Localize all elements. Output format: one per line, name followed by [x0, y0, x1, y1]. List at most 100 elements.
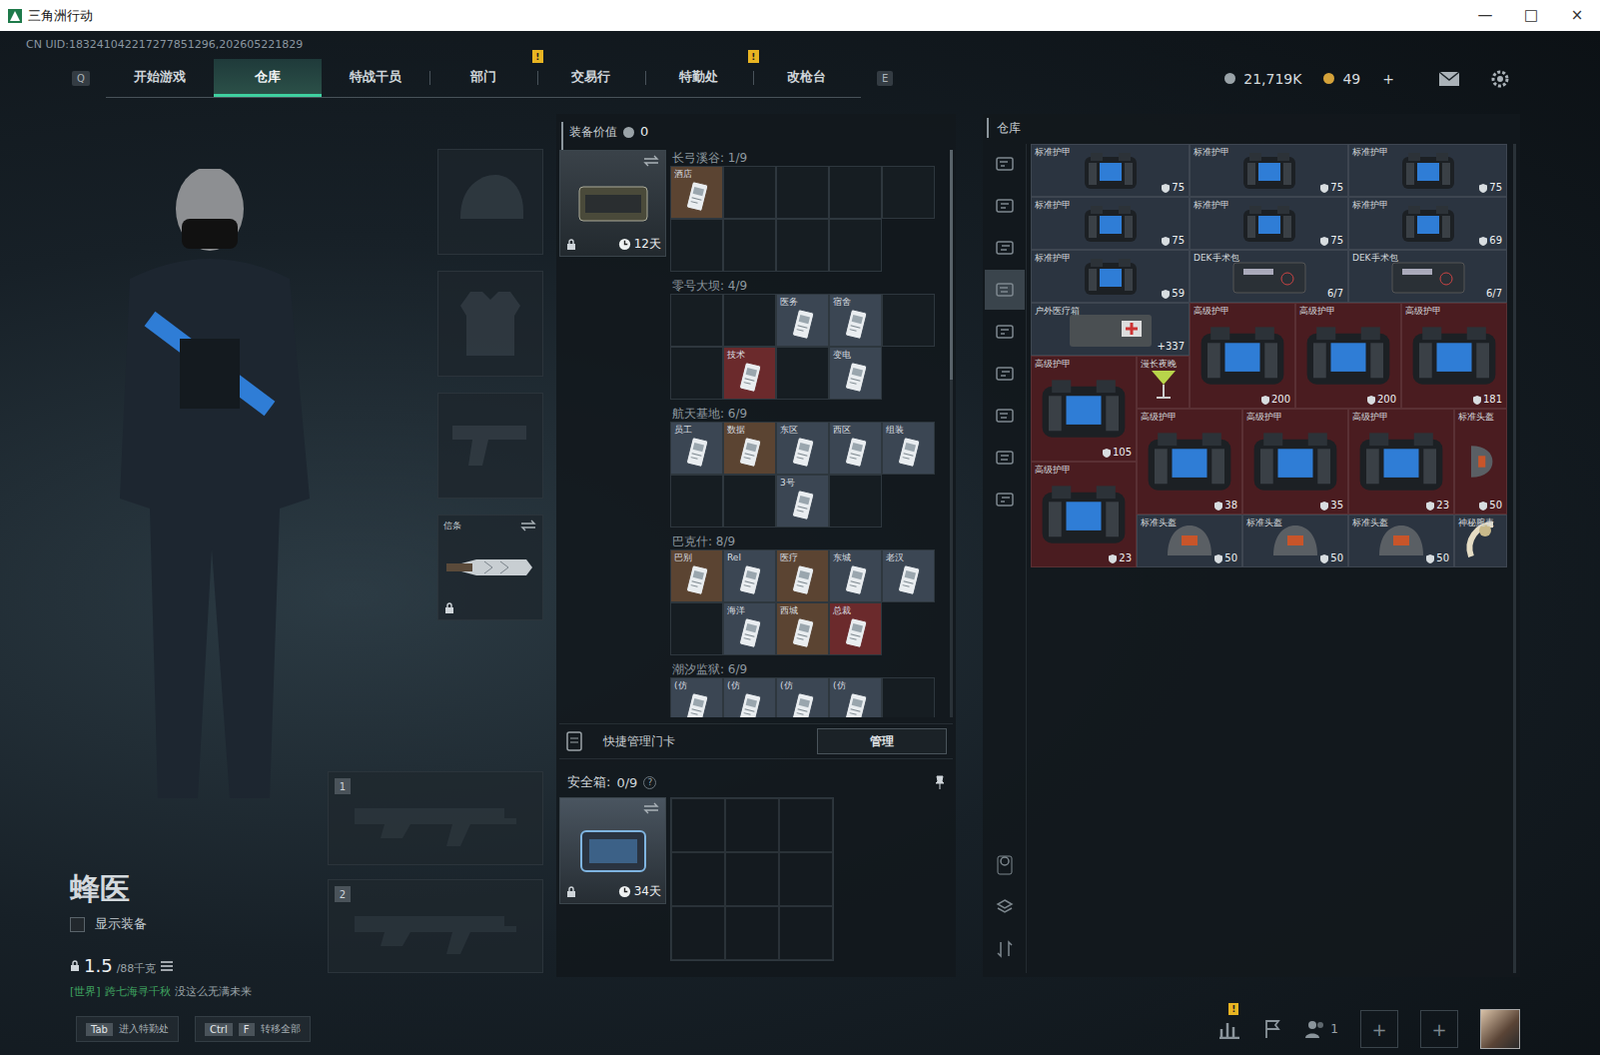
- invite-slot[interactable]: +: [1420, 1009, 1459, 1048]
- safe-box-slot[interactable]: [671, 851, 726, 906]
- safe-box-slot[interactable]: [671, 798, 726, 852]
- show-gear-toggle[interactable]: 显示装备: [69, 914, 340, 933]
- invite-slot[interactable]: +: [1360, 1009, 1399, 1048]
- key-hint[interactable]: CtrlF转移全部: [194, 1015, 311, 1042]
- warehouse-item[interactable]: 标准护甲59: [1030, 249, 1190, 303]
- keycard-slot[interactable]: (仿: [723, 677, 777, 718]
- warehouse-item[interactable]: 高级护甲23: [1348, 408, 1455, 515]
- friends-button[interactable]: 1: [1304, 1018, 1339, 1039]
- nav-tab[interactable]: 交易行: [537, 58, 646, 97]
- keycard-slot[interactable]: 组装: [881, 421, 935, 475]
- keycard-slot[interactable]: 宿舍: [828, 293, 882, 347]
- flag-button[interactable]: [1262, 1018, 1283, 1039]
- warehouse-tab[interactable]: [984, 185, 1025, 226]
- keycard-slot[interactable]: 技术: [723, 346, 777, 400]
- keycard-slot[interactable]: 数据: [723, 421, 777, 475]
- keycard-slot[interactable]: 员工: [670, 421, 724, 475]
- add-currency-button[interactable]: +: [1382, 70, 1395, 87]
- warehouse-item[interactable]: 标准头盔50: [1454, 408, 1508, 515]
- warehouse-tab[interactable]: [984, 353, 1025, 394]
- gear-slot[interactable]: [437, 148, 544, 255]
- safe-box-slot[interactable]: [725, 851, 780, 906]
- settings-button[interactable]: [1490, 68, 1511, 89]
- warehouse-tab[interactable]: [984, 227, 1025, 268]
- warehouse-tab[interactable]: [984, 269, 1025, 310]
- sort-button[interactable]: [984, 928, 1025, 969]
- layers-button[interactable]: [984, 886, 1025, 927]
- next-key[interactable]: E: [876, 70, 893, 86]
- keycard-slot[interactable]: 西城: [776, 602, 829, 656]
- warehouse-tab[interactable]: [984, 437, 1025, 478]
- keycard-slot[interactable]: 酒店: [670, 165, 724, 219]
- safe-box-slot[interactable]: [779, 851, 833, 906]
- warehouse-item[interactable]: 标准护甲75: [1348, 143, 1508, 197]
- keycard-slot[interactable]: 医务: [776, 293, 829, 347]
- keycard-slot[interactable]: 东区: [776, 421, 829, 475]
- warehouse-item[interactable]: DEK手术包6/7: [1189, 249, 1349, 303]
- warehouse-item[interactable]: 标准护甲75: [1189, 196, 1349, 250]
- gear-slot[interactable]: [437, 270, 544, 377]
- warehouse-item[interactable]: 标准护甲75: [1030, 143, 1190, 197]
- keycard-slot[interactable]: 西区: [828, 421, 882, 475]
- warehouse-tab[interactable]: [984, 479, 1025, 520]
- keycard-slot[interactable]: 东城: [828, 549, 882, 603]
- mail-button[interactable]: [1438, 70, 1461, 87]
- warehouse-item[interactable]: 标准头盔50: [1348, 514, 1455, 568]
- manage-button[interactable]: 管理: [816, 728, 947, 755]
- key-hint[interactable]: Tab进入特勤处: [75, 1015, 179, 1042]
- nav-tab[interactable]: 仓库: [213, 58, 322, 97]
- nav-tab[interactable]: 开始游戏: [105, 58, 214, 97]
- warehouse-item[interactable]: 神秘腕表: [1454, 514, 1508, 568]
- warehouse-item[interactable]: 高级护甲181: [1401, 302, 1508, 409]
- warehouse-item[interactable]: 标准头盔50: [1136, 514, 1243, 568]
- keycard-slot[interactable]: (仿: [670, 677, 724, 718]
- warehouse-item[interactable]: 高级护甲200: [1295, 302, 1402, 409]
- safe-box-slot[interactable]: [779, 798, 833, 852]
- keycard-slot[interactable]: 老汉: [881, 549, 935, 603]
- warehouse-item[interactable]: 户外医疗箱+337: [1030, 302, 1190, 356]
- keycard-slot[interactable]: 巴别: [670, 549, 724, 603]
- prev-key[interactable]: Q: [71, 70, 90, 86]
- player-avatar[interactable]: [1480, 1008, 1521, 1049]
- keycard-slot[interactable]: 3号: [776, 474, 829, 528]
- keycard-slot[interactable]: (仿: [776, 677, 829, 718]
- window-control[interactable]: ×: [1554, 0, 1600, 31]
- warehouse-item[interactable]: 高级护甲23: [1030, 461, 1137, 568]
- swap-button[interactable]: [643, 154, 660, 167]
- nav-tab[interactable]: 特战干员: [321, 58, 430, 97]
- checkbox[interactable]: [69, 916, 85, 932]
- warehouse-item[interactable]: DEK手术包6/7: [1348, 249, 1508, 303]
- gear-slot[interactable]: [437, 392, 544, 499]
- safe-box-slot[interactable]: [671, 905, 726, 960]
- safe-box[interactable]: 34天: [559, 797, 667, 904]
- window-control[interactable]: □: [1508, 0, 1555, 31]
- warehouse-item[interactable]: 漫长夜晚: [1136, 355, 1190, 409]
- stats-button[interactable]: !: [1218, 1018, 1241, 1039]
- swap-button[interactable]: [520, 519, 537, 532]
- warehouse-tab[interactable]: [984, 311, 1025, 352]
- window-control[interactable]: —: [1462, 0, 1509, 31]
- swap-button[interactable]: [643, 801, 660, 814]
- keycard-slot[interactable]: 变电: [828, 346, 882, 400]
- warehouse-item[interactable]: 高级护甲35: [1242, 408, 1349, 515]
- warehouse-tab[interactable]: [984, 143, 1025, 184]
- warehouse-item[interactable]: 标准护甲69: [1348, 196, 1508, 250]
- keycard-slot[interactable]: 海洋: [723, 602, 777, 656]
- warehouse-item[interactable]: 高级护甲200: [1189, 302, 1296, 409]
- warehouse-item[interactable]: 标准护甲75: [1189, 143, 1349, 197]
- keycard-slot[interactable]: Rel: [723, 549, 777, 603]
- key-case[interactable]: 12天: [559, 149, 667, 257]
- warehouse-item[interactable]: 高级护甲105: [1030, 355, 1137, 462]
- warehouse-item[interactable]: 标准护甲75: [1030, 196, 1190, 250]
- safe-box-slot[interactable]: [779, 905, 833, 960]
- nav-tab[interactable]: 特勤处!: [645, 58, 754, 97]
- warehouse-tab[interactable]: [984, 395, 1025, 436]
- scrollbar[interactable]: [949, 149, 953, 718]
- weapon-slot[interactable]: 2: [327, 878, 544, 973]
- safe-box-slot[interactable]: [725, 905, 780, 960]
- keycard-slot[interactable]: 总裁: [828, 602, 882, 656]
- keycard-slot[interactable]: 医疗: [776, 549, 829, 603]
- safe-box-slot[interactable]: [725, 798, 780, 852]
- help-button[interactable]: ?: [643, 776, 657, 790]
- gear-slot[interactable]: 信条: [437, 514, 544, 621]
